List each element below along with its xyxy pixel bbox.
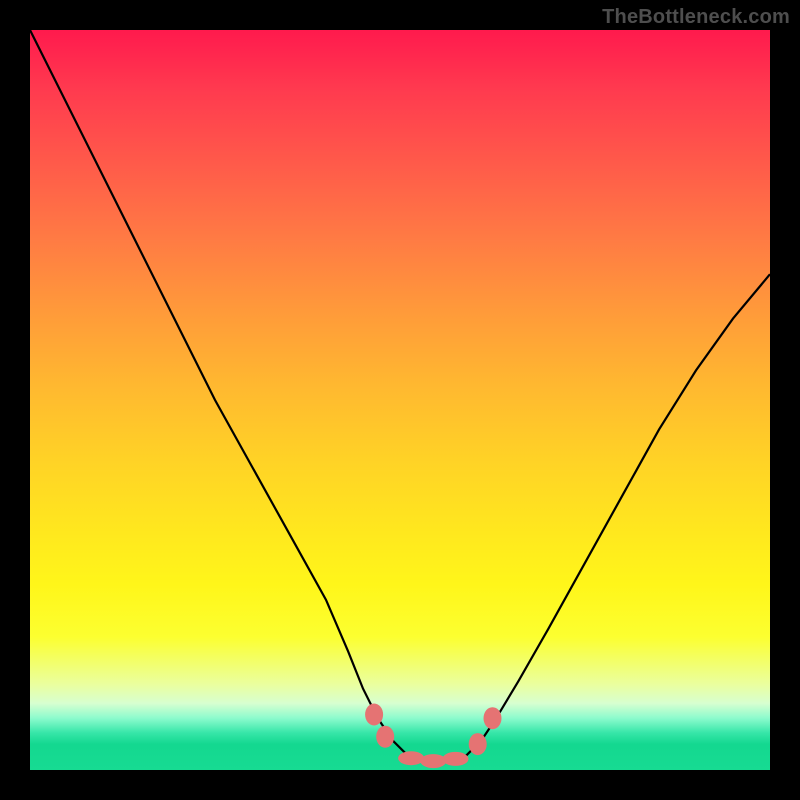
- curve-marker: [469, 733, 487, 755]
- bottleneck-curve: [30, 30, 770, 761]
- curve-marker: [376, 726, 394, 748]
- plot-area: [30, 30, 770, 770]
- marker-group: [365, 704, 501, 769]
- curve-marker: [398, 751, 424, 765]
- chart-frame: TheBottleneck.com: [0, 0, 800, 800]
- curve-marker: [365, 704, 383, 726]
- curve-marker: [420, 754, 446, 768]
- curve-layer: [30, 30, 770, 770]
- curve-marker: [443, 752, 469, 766]
- curve-marker: [484, 707, 502, 729]
- watermark-text: TheBottleneck.com: [602, 6, 790, 29]
